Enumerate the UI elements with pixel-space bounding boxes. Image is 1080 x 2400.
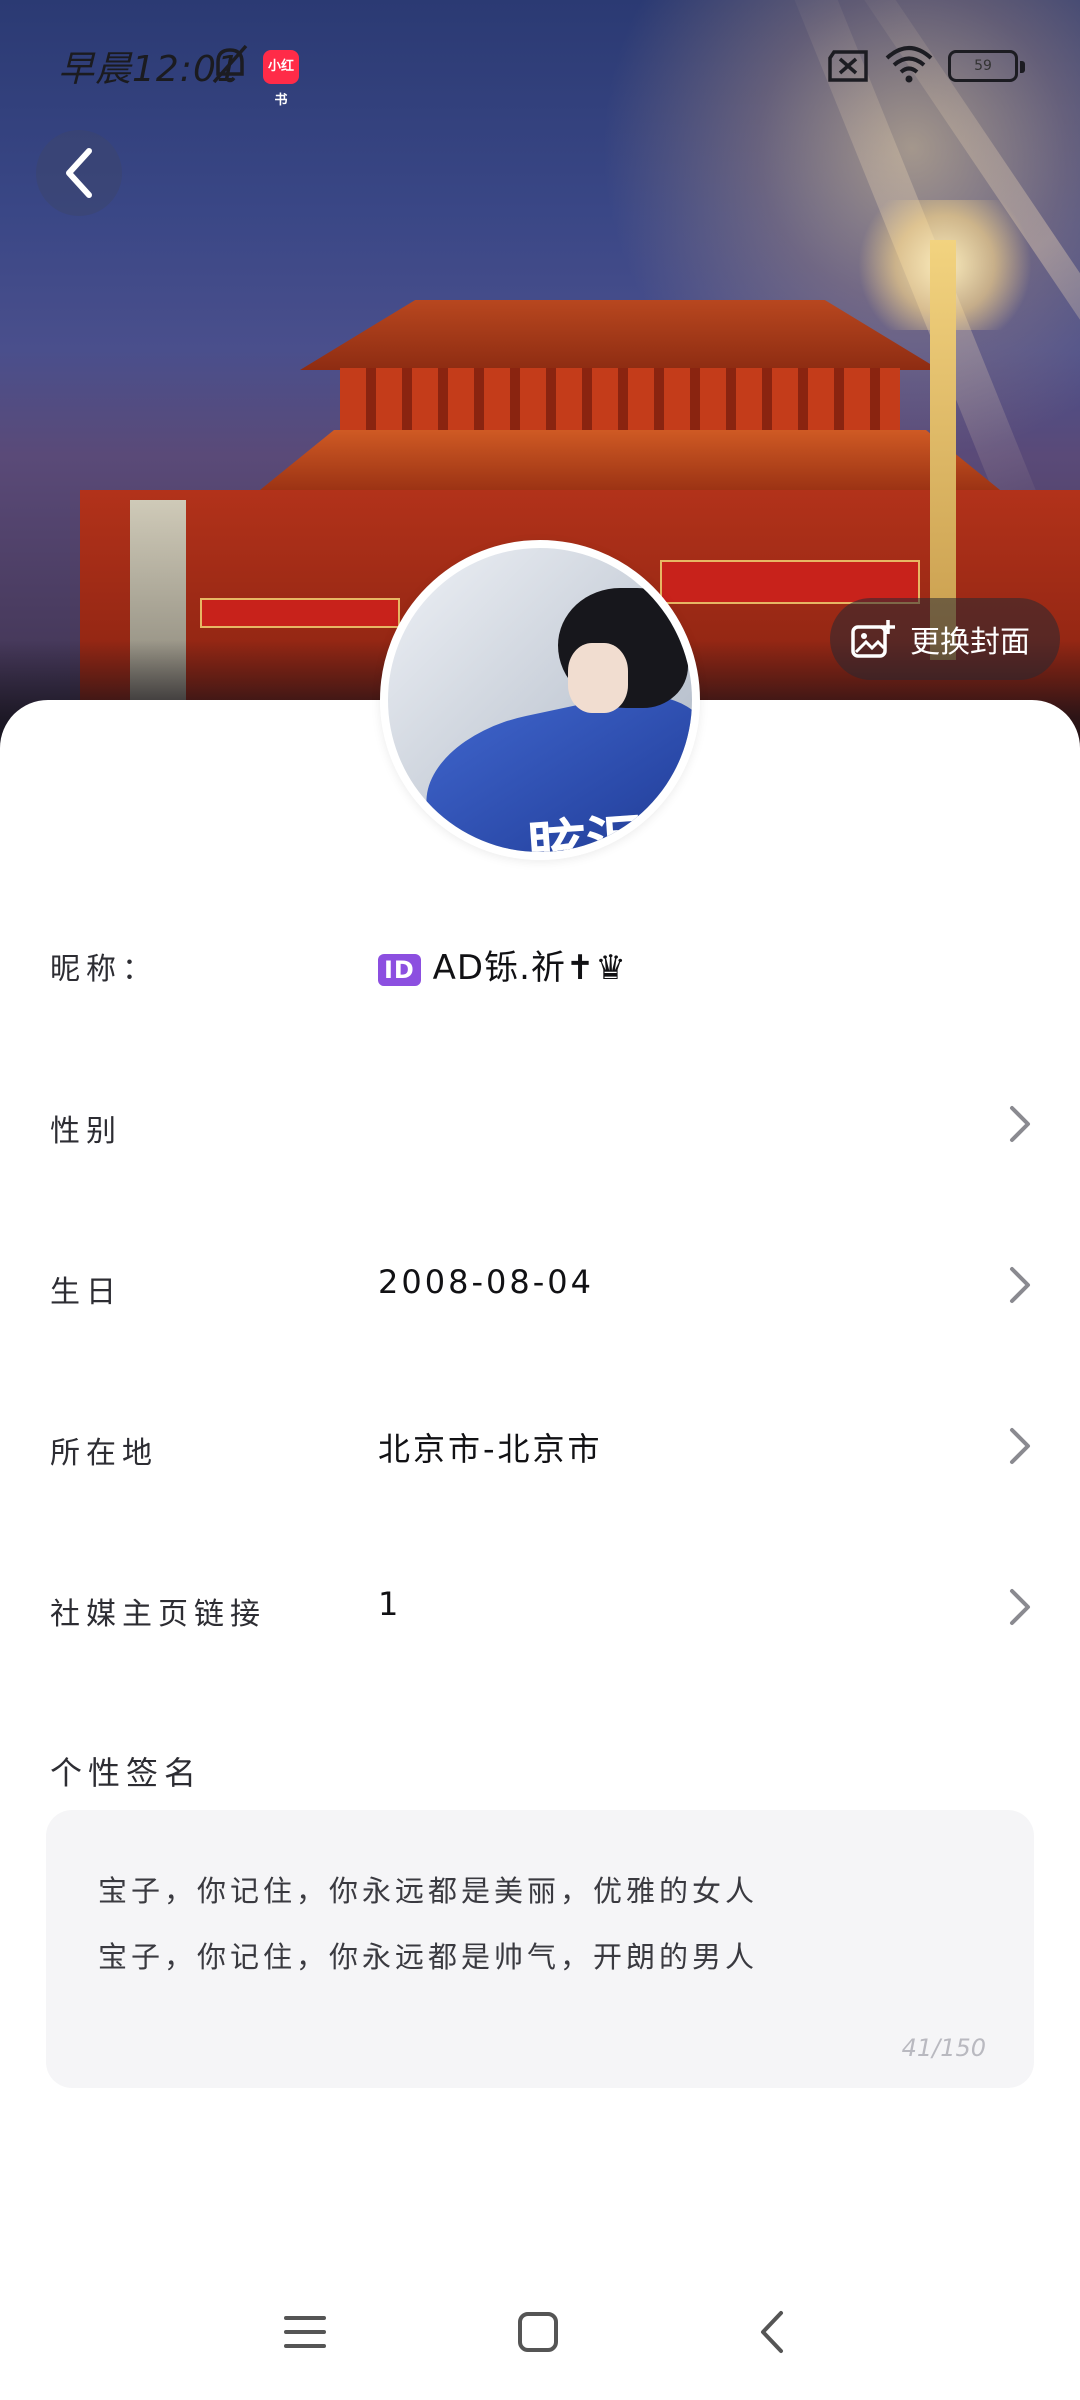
menu-icon xyxy=(284,2316,326,2348)
signature-title: 个性签名 xyxy=(50,1754,203,1792)
chevron-right-icon xyxy=(1010,1428,1030,1464)
gate-banner-left xyxy=(200,598,400,628)
location-value: 北京市-北京市 xyxy=(378,1430,603,1468)
chevron-right-icon xyxy=(1010,1106,1030,1142)
change-cover-button[interactable]: 更换封面 xyxy=(830,598,1060,680)
avatar-shirt-text: 眩泪 xyxy=(526,807,647,860)
recent-apps-button[interactable] xyxy=(275,2302,335,2362)
chevron-left-icon xyxy=(66,148,92,198)
signature-textarea[interactable]: 宝子，你记住，你永远都是美丽，优雅的女人 宝子，你记住，你永远都是帅气，开朗的男… xyxy=(46,1810,1034,2088)
nickname-label: 昵称： xyxy=(50,952,158,987)
status-bar: 早晨12:01 小红书 59 xyxy=(0,30,1080,108)
avatar[interactable]: 眩泪 xyxy=(380,540,700,860)
system-back-button[interactable] xyxy=(742,2302,802,2362)
location-row[interactable]: 所在地 北京市-北京市 xyxy=(0,1388,1080,1498)
battery-icon: 59 xyxy=(948,50,1025,82)
image-add-icon xyxy=(851,620,895,658)
gate-hall xyxy=(340,368,900,438)
lamp-pole xyxy=(930,240,956,660)
wifi-icon xyxy=(885,46,933,83)
location-label: 所在地 xyxy=(50,1436,158,1471)
bell-off-icon xyxy=(212,44,248,84)
sim-x-icon xyxy=(828,50,868,82)
birthday-value: 2008-08-04 xyxy=(378,1263,594,1301)
birthday-label: 生日 xyxy=(50,1275,122,1310)
chevron-right-icon xyxy=(1010,1267,1030,1303)
avatar-face xyxy=(568,643,628,713)
nickname-text: AD铄.祈✝♛ xyxy=(432,948,627,988)
profile-edit-screen: 早晨12:01 小红书 59 更换封面 眩泪 昵称： ID AD铄.祈✝♛ 性别… xyxy=(0,0,1080,2400)
signature-line: 宝子，你记住，你永远都是美丽，优雅的女人 xyxy=(98,1874,759,1908)
id-badge: ID xyxy=(378,953,421,986)
signature-line: 宝子，你记住，你永远都是帅气，开朗的男人 xyxy=(98,1940,759,1974)
back-icon xyxy=(761,2311,783,2353)
gate-roof-lower xyxy=(260,430,1000,490)
gender-label: 性别 xyxy=(50,1114,122,1149)
home-icon xyxy=(518,2312,558,2352)
app-notification-badge: 小红书 xyxy=(263,50,299,108)
gender-row[interactable]: 性别 xyxy=(0,1066,1080,1176)
signature-char-count: 41/150 xyxy=(901,2034,986,2062)
home-button[interactable] xyxy=(508,2302,568,2362)
social-link-value: 1 xyxy=(378,1585,402,1623)
system-nav-bar xyxy=(0,2290,1080,2370)
chevron-right-icon xyxy=(1010,1589,1030,1625)
birthday-row[interactable]: 生日 2008-08-04 xyxy=(0,1227,1080,1337)
social-link-label: 社媒主页链接 xyxy=(50,1597,266,1632)
social-link-row[interactable]: 社媒主页链接 1 xyxy=(0,1549,1080,1659)
nickname-value: ID AD铄.祈✝♛ xyxy=(378,940,627,989)
back-button[interactable] xyxy=(36,130,122,216)
nickname-row[interactable]: 昵称： ID AD铄.祈✝♛ xyxy=(0,904,1080,1014)
change-cover-label: 更换封面 xyxy=(910,625,1030,660)
battery-level: 59 xyxy=(974,58,992,74)
